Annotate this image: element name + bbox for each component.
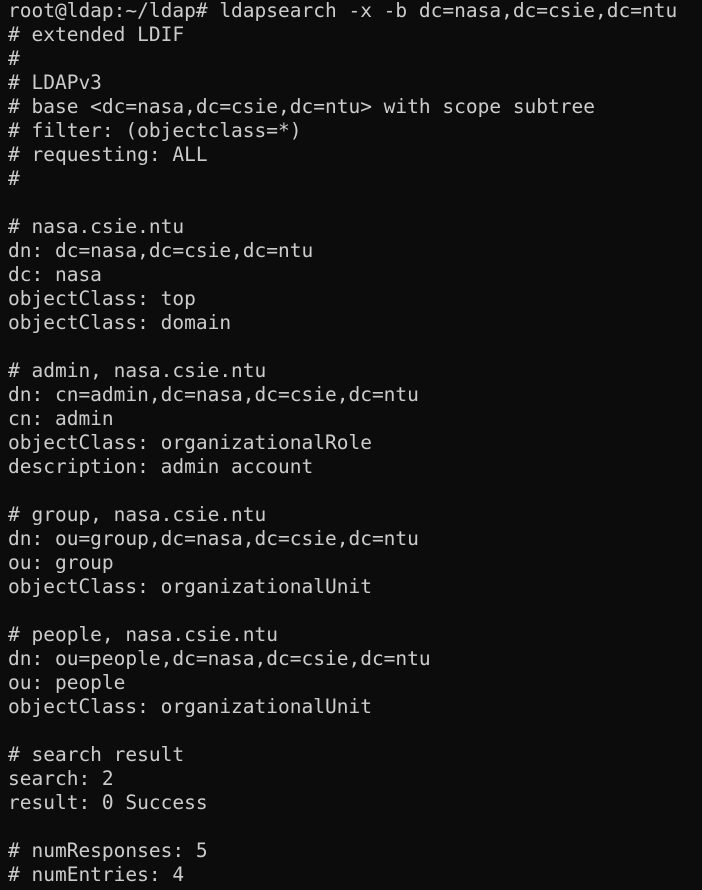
entry-comment-line: # nasa.csie.ntu (8, 215, 185, 238)
output-line: # numResponses: 5 (8, 839, 208, 862)
output-line: dn: ou=people,dc=nasa,dc=csie,dc=ntu (8, 647, 431, 670)
output-line: ou: people (8, 671, 126, 694)
output-line: description: admin account (8, 455, 314, 478)
output-line: # base <dc=nasa,dc=csie,dc=ntu> with sco… (8, 95, 595, 118)
entry-comment-line: # search result (8, 743, 185, 766)
output-line: dn: cn=admin,dc=nasa,dc=csie,dc=ntu (8, 383, 419, 406)
entry-comment-line: # group, nasa.csie.ntu (8, 503, 267, 526)
command-prompt-line: root@ldap:~/ldap# ldapsearch -x -b dc=na… (8, 0, 678, 22)
output-line: dn: ou=group,dc=nasa,dc=csie,dc=ntu (8, 527, 419, 550)
output-line: search: 2 (8, 767, 114, 790)
terminal-window[interactable]: root@ldap:~/ldap# ldapsearch -x -b dc=na… (0, 0, 702, 890)
output-line: dc: nasa (8, 263, 102, 286)
output-line: ou: group (8, 551, 114, 574)
output-line: objectClass: top (8, 287, 196, 310)
output-line: # LDAPv3 (8, 71, 102, 94)
entry-comment-line: # people, nasa.csie.ntu (8, 623, 279, 646)
output-line: # (8, 167, 20, 190)
output-line: # filter: (objectclass=*) (8, 119, 302, 142)
output-line: objectClass: organizationalRole (8, 431, 372, 454)
output-line: # (8, 47, 20, 70)
output-line: # numEntries: 4 (8, 863, 185, 886)
output-line: dn: dc=nasa,dc=csie,dc=ntu (8, 239, 314, 262)
output-line: objectClass: organizationalUnit (8, 695, 372, 718)
entry-comment-line: # admin, nasa.csie.ntu (8, 359, 267, 382)
output-line: objectClass: domain (8, 311, 232, 334)
output-line: objectClass: organizationalUnit (8, 575, 372, 598)
output-line: cn: admin (8, 407, 114, 430)
output-line: result: 0 Success (8, 791, 208, 814)
output-line: # extended LDIF (8, 23, 185, 46)
output-line: # requesting: ALL (8, 143, 208, 166)
